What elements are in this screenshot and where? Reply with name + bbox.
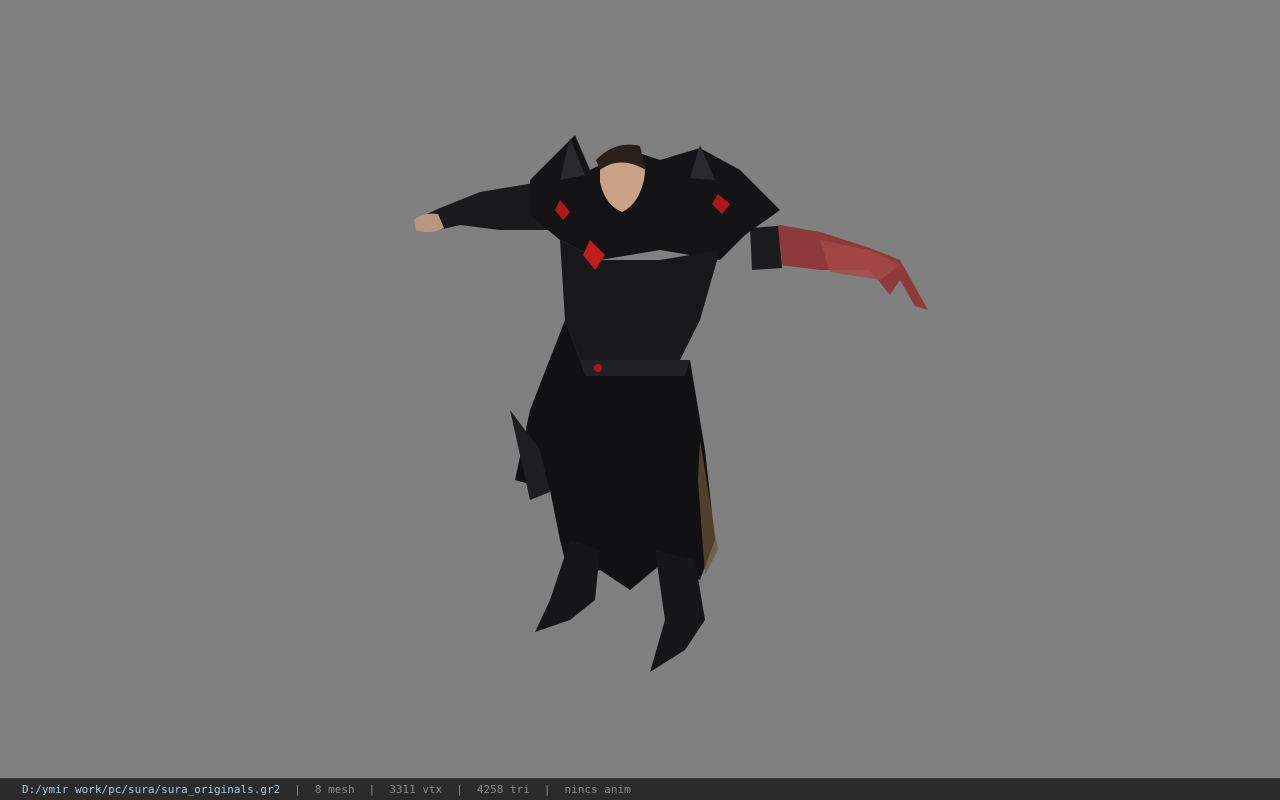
model-viewport[interactable] — [0, 0, 1280, 778]
model-file-path: D:/ymir work/pc/sura/sura_originals.gr2 — [22, 783, 281, 796]
status-separator: | — [456, 783, 463, 796]
triangle-count: 4258 tri — [476, 783, 530, 796]
status-separator: | — [294, 783, 301, 796]
status-separator: | — [543, 783, 551, 796]
vertex-count: 3311 vtx — [389, 783, 443, 796]
sura-character-model — [414, 135, 928, 672]
animation-status: nincs anim — [564, 783, 631, 796]
mesh-count: 8 mesh — [314, 783, 355, 796]
status-bar: D:/ymir work/pc/sura/sura_originals.gr2 … — [0, 778, 1280, 800]
status-separator: | — [368, 783, 376, 796]
